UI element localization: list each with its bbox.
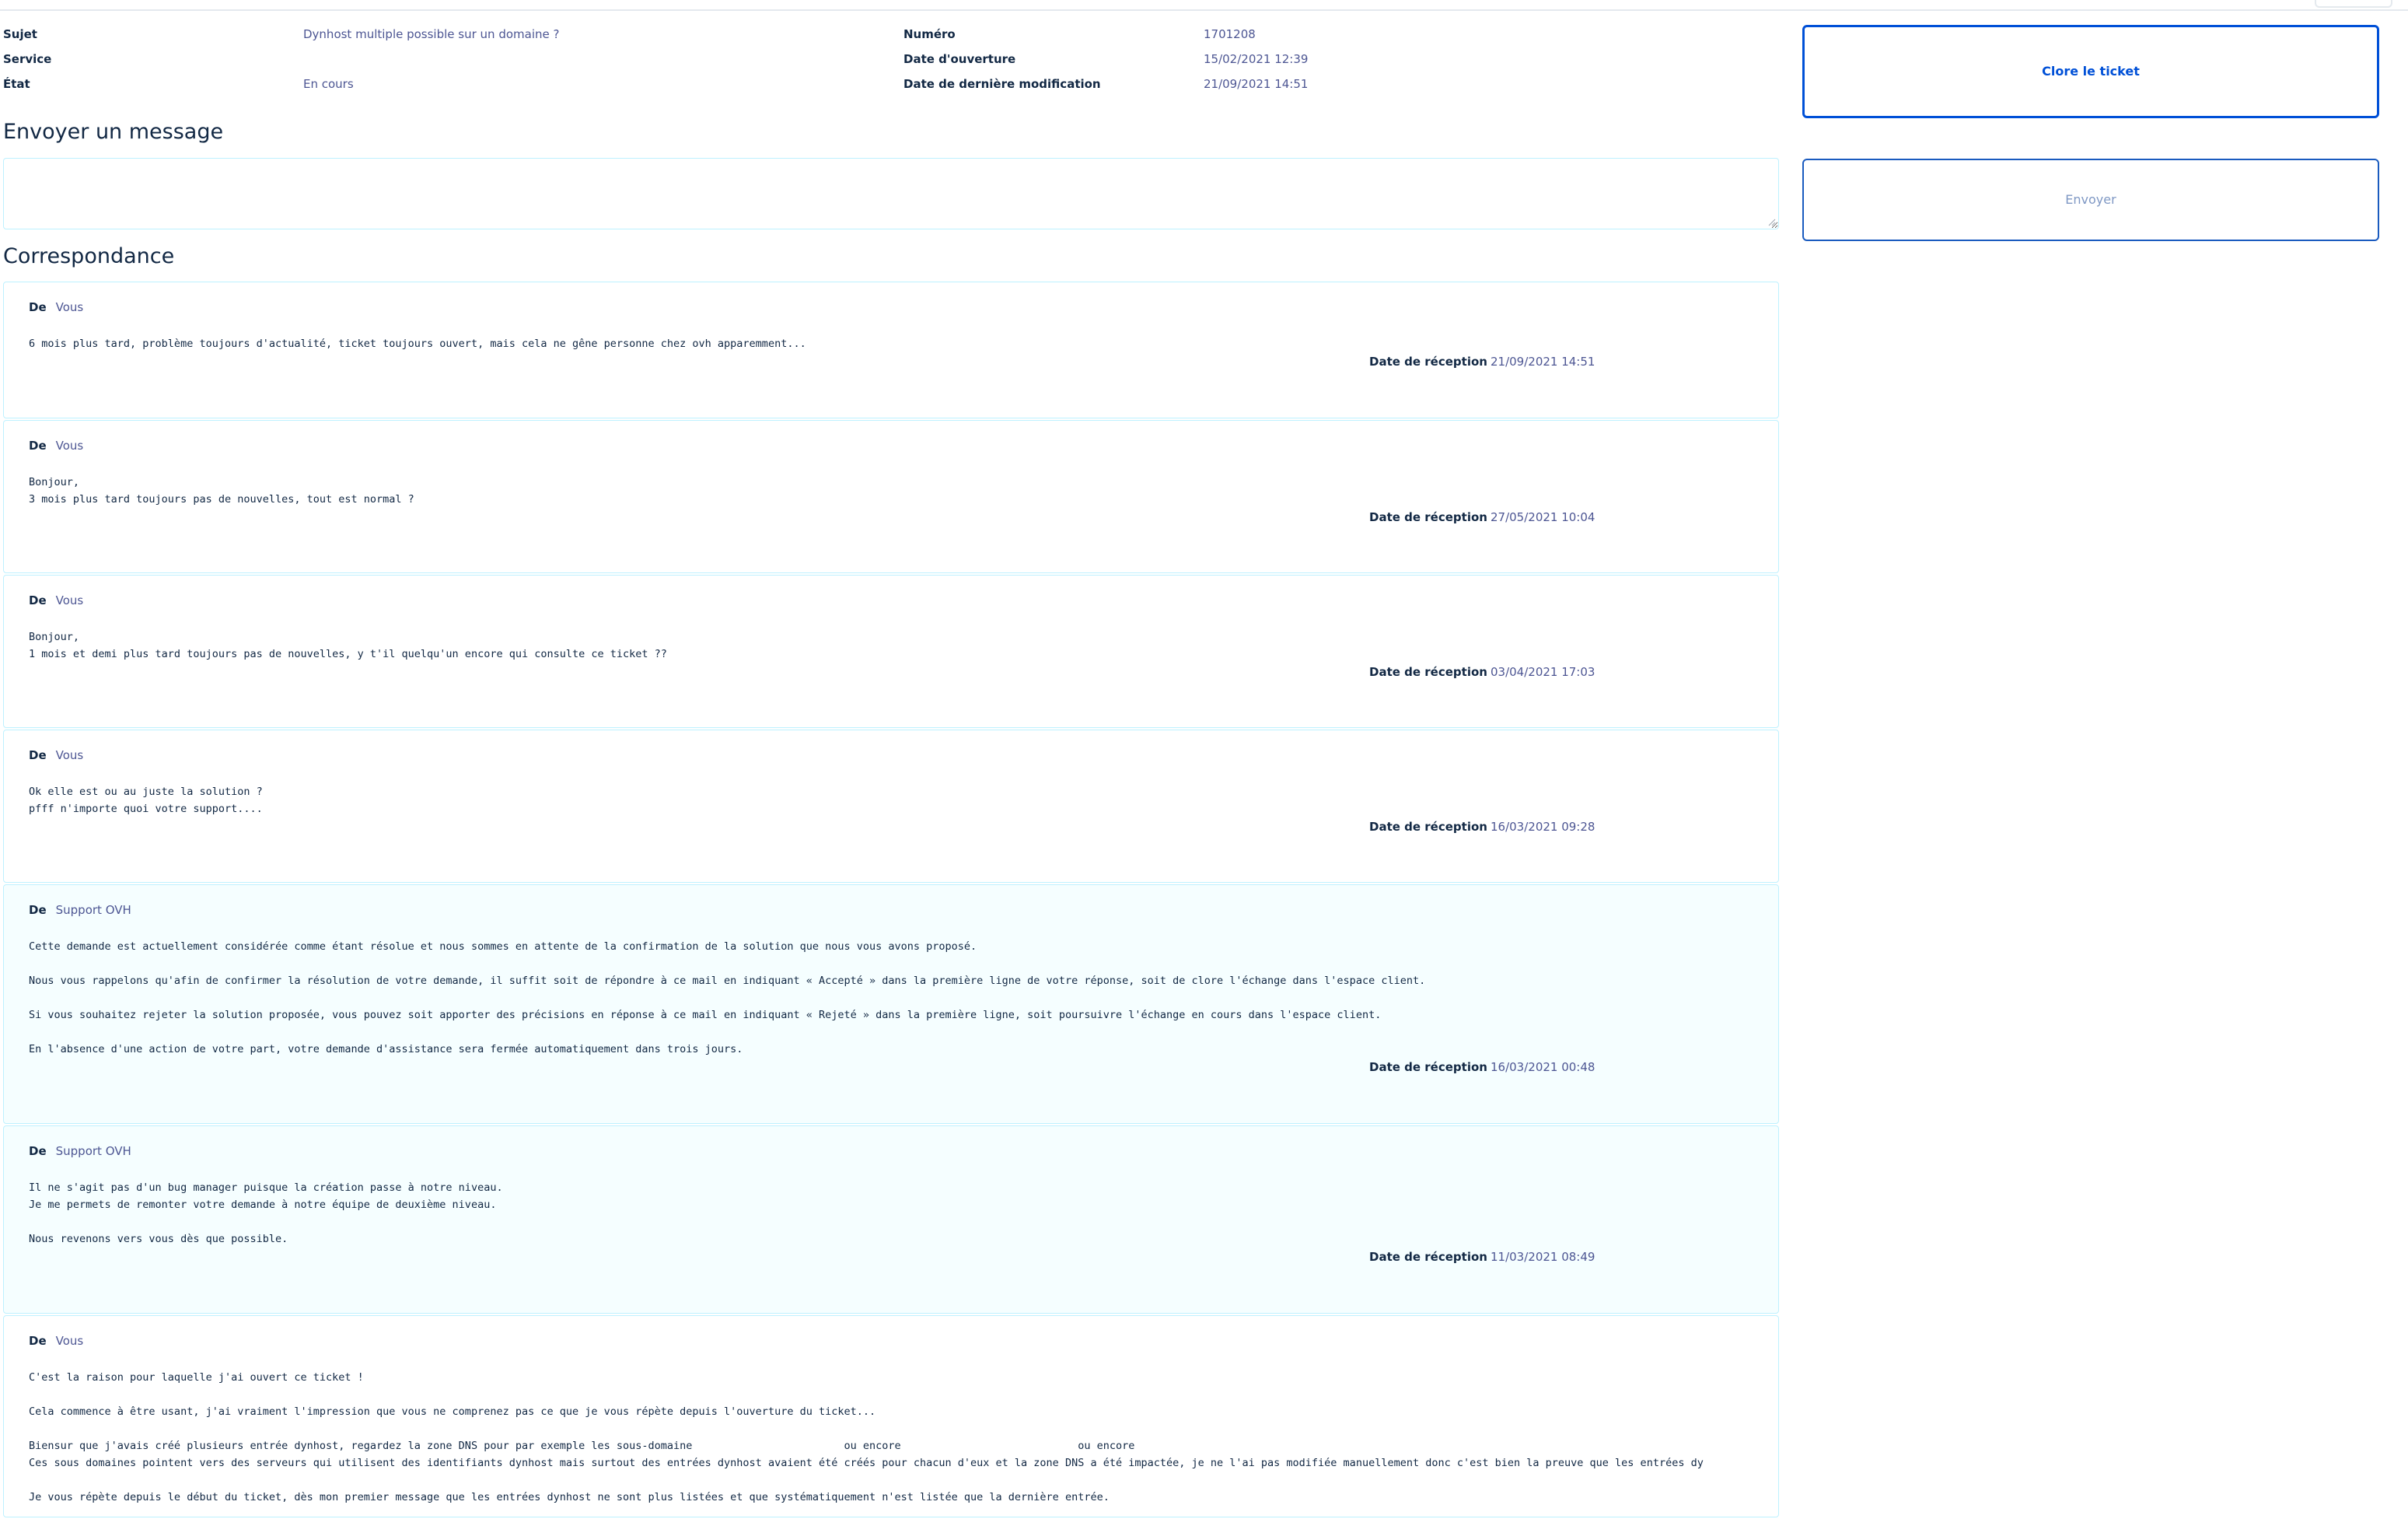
from-label: De (29, 593, 47, 607)
message-body: Bonjour, 1 mois et demi plus tard toujou… (29, 631, 667, 660)
subject-label: Sujet (3, 27, 37, 41)
message-body: Ok elle est ou au juste la solution ? pf… (29, 786, 263, 815)
meta-row-state: État En cours Date de dernière modificat… (3, 75, 1776, 100)
message-from: De Vous (29, 438, 1753, 453)
from-label: De (29, 300, 47, 314)
state-value: En cours (303, 77, 354, 91)
received-date: 11/03/2021 08:49 (1491, 1250, 1595, 1264)
state-label: État (3, 77, 30, 91)
modified-value: 21/09/2021 14:51 (1204, 77, 1309, 91)
sender-name: Vous (55, 1334, 84, 1348)
sender-name: Vous (55, 300, 84, 314)
compose-heading: Envoyer un message (3, 120, 224, 144)
message-card: De Vous Ok elle est ou au juste la soluti… (3, 730, 1779, 883)
received-label: Date de réception (1369, 510, 1487, 524)
number-label: Numéro (903, 27, 956, 41)
from-label: De (29, 903, 47, 917)
resize-handle-icon[interactable] (1768, 219, 1776, 226)
top-corner-tab (2315, 0, 2392, 8)
received-date: 16/03/2021 00:48 (1491, 1060, 1595, 1074)
message-input[interactable] (3, 158, 1779, 229)
message-card-support: De Support OVH Cette demande est actuelle… (3, 884, 1779, 1124)
received-row: Date de réception 27/05/2021 10:04 (29, 510, 1753, 527)
ticket-details: Sujet Dynhost multiple possible sur un d… (3, 25, 1776, 100)
received-date: 16/03/2021 09:28 (1491, 820, 1595, 834)
message-from: De Vous (29, 747, 1753, 763)
close-ticket-button[interactable]: Clore le ticket (1802, 25, 2379, 118)
message-body: Cette demande est actuellement considéré… (29, 940, 1426, 1055)
top-divider (0, 9, 2408, 11)
received-date: 27/05/2021 10:04 (1491, 510, 1595, 524)
received-row: Date de réception 16/03/2021 09:28 (29, 820, 1753, 837)
meta-row-service: Service Date d'ouverture 15/02/2021 12:3… (3, 50, 1776, 75)
message-card-support: De Support OVH Il ne s'agit pas d'un bug … (3, 1125, 1779, 1314)
message-body: Bonjour, 3 mois plus tard toujours pas d… (29, 476, 414, 506)
message-body: 6 mois plus tard, problème toujours d'ac… (29, 338, 806, 350)
opened-label: Date d'ouverture (903, 52, 1016, 66)
message-from: De Support OVH (29, 1143, 1753, 1159)
message-from: De Vous (29, 593, 1753, 608)
received-row: Date de réception 21/09/2021 14:51 (29, 355, 1753, 372)
message-from: De Vous (29, 1333, 1753, 1349)
from-label: De (29, 1144, 47, 1158)
number-value: 1701208 (1204, 27, 1256, 41)
service-label: Service (3, 52, 52, 66)
correspondence-list: De Vous 6 mois plus tard, problème toujou… (3, 282, 1779, 1519)
message-from: De Support OVH (29, 902, 1753, 918)
meta-row-subject: Sujet Dynhost multiple possible sur un d… (3, 25, 1776, 50)
sender-name: Vous (55, 748, 84, 762)
received-label: Date de réception (1369, 1250, 1487, 1264)
sender-name: Support OVH (55, 1144, 131, 1158)
message-card: De Vous Bonjour, 1 mois et demi plus tard… (3, 575, 1779, 728)
received-date: 03/04/2021 17:03 (1491, 665, 1595, 679)
modified-label: Date de dernière modification (903, 77, 1101, 91)
message-body: C'est la raison pour laquelle j'ai ouver… (29, 1371, 1704, 1503)
received-row: Date de réception 11/03/2021 08:49 (29, 1250, 1753, 1267)
opened-value: 15/02/2021 12:39 (1204, 52, 1309, 66)
received-row: Date de réception 03/04/2021 17:03 (29, 665, 1753, 682)
message-card: De Vous Bonjour, 3 mois plus tard toujour… (3, 420, 1779, 573)
received-label: Date de réception (1369, 1060, 1487, 1074)
subject-value: Dynhost multiple possible sur un domaine… (303, 27, 560, 41)
message-from: De Vous (29, 299, 1753, 315)
received-label: Date de réception (1369, 820, 1487, 834)
sender-name: Vous (55, 593, 84, 607)
send-button[interactable]: Envoyer (1802, 159, 2379, 241)
received-label: Date de réception (1369, 665, 1487, 679)
received-date: 21/09/2021 14:51 (1491, 355, 1595, 369)
sender-name: Support OVH (55, 903, 131, 917)
from-label: De (29, 1334, 47, 1348)
from-label: De (29, 748, 47, 762)
sender-name: Vous (55, 439, 84, 453)
received-label: Date de réception (1369, 355, 1487, 369)
received-row: Date de réception 16/03/2021 00:48 (29, 1060, 1753, 1077)
from-label: De (29, 439, 47, 453)
message-card: De Vous 6 mois plus tard, problème toujou… (3, 282, 1779, 418)
message-card: De Vous C'est la raison pour laquelle j'a… (3, 1315, 1779, 1517)
message-body: Il ne s'agit pas d'un bug manager puisqu… (29, 1181, 503, 1245)
correspondence-heading: Correspondance (3, 244, 175, 268)
